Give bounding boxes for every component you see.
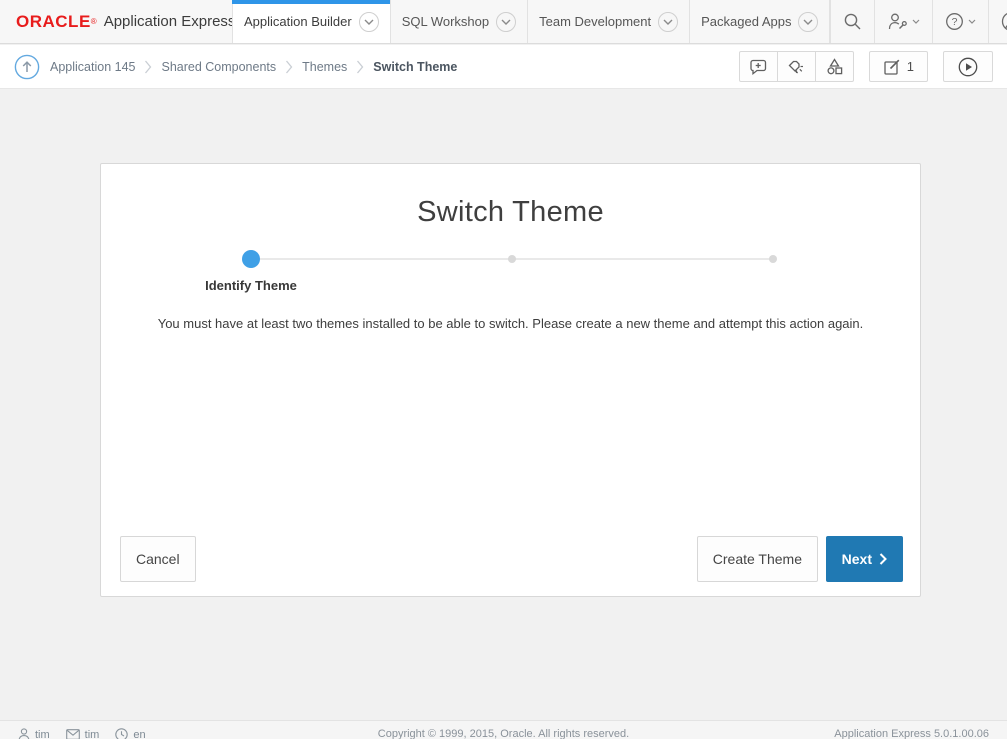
switch-theme-wizard-card: Switch Theme Identify Theme You must hav…: [100, 163, 921, 597]
next-button[interactable]: Next: [826, 536, 903, 582]
edit-page-number: 1: [907, 59, 914, 74]
chevron-down-icon: [912, 19, 920, 24]
tab-label: Team Development: [539, 14, 651, 29]
search-button[interactable]: [830, 0, 874, 43]
wizard-step-1-dot-active: [242, 250, 260, 268]
shapes-icon: [825, 57, 844, 76]
help-menu-button[interactable]: ?: [932, 0, 988, 43]
feedback-button[interactable]: [739, 51, 778, 82]
user-account-icon: [1001, 11, 1007, 32]
run-application-button[interactable]: [943, 51, 993, 82]
header-utility-icons: ?: [830, 0, 1007, 43]
breadcrumb-current-switch-theme: Switch Theme: [373, 60, 457, 74]
arrow-up-circle-icon: [14, 54, 40, 80]
up-level-button[interactable]: [14, 54, 40, 80]
wizard-message: You must have at least two themes instal…: [101, 316, 920, 331]
admin-user-wrench-icon: [887, 12, 908, 31]
chevron-down-icon: [968, 19, 976, 24]
edit-pencil-icon: [883, 58, 901, 76]
tab-label: Application Builder: [244, 14, 352, 29]
breadcrumb-separator-icon: [144, 60, 152, 74]
shared-components-button[interactable]: [815, 51, 854, 82]
help-question-icon: ?: [945, 12, 964, 31]
wizard-step-2-dot: [508, 255, 516, 263]
create-theme-button[interactable]: Create Theme: [697, 536, 818, 582]
top-header-bar: ORACLE® Application Express Application …: [0, 0, 1007, 44]
chevron-down-icon[interactable]: [798, 12, 818, 32]
breadcrumb-bar: Application 145 Shared Components Themes…: [0, 45, 1007, 89]
account-menu-button[interactable]: [988, 0, 1007, 43]
wizard-step-3-dot: [769, 255, 777, 263]
page-title: Switch Theme: [101, 196, 920, 229]
feedback-bubble-icon: [749, 58, 768, 76]
product-name: Application Express: [104, 13, 236, 30]
search-icon: [843, 12, 862, 31]
svg-text:?: ?: [952, 16, 958, 28]
tab-team-development[interactable]: Team Development: [527, 0, 689, 43]
oracle-apex-logo: ORACLE® Application Express: [0, 0, 232, 43]
version-text: Application Express 5.0.1.00.06: [834, 728, 989, 739]
find-flashlight-button[interactable]: [777, 51, 816, 82]
breadcrumb: Application 145 Shared Components Themes…: [50, 60, 457, 74]
breadcrumb-themes[interactable]: Themes: [302, 60, 347, 74]
page-footer: tim tim en Copyright © 1999, 2015, Oracl…: [0, 720, 1007, 739]
chevron-right-icon: [879, 553, 887, 565]
wizard-step-label: Identify Theme: [205, 278, 297, 293]
tab-label: Packaged Apps: [701, 14, 791, 29]
next-button-label: Next: [842, 551, 872, 567]
tab-sql-workshop[interactable]: SQL Workshop: [390, 0, 527, 43]
edit-page-button[interactable]: 1: [869, 51, 928, 82]
chevron-down-icon[interactable]: [496, 12, 516, 32]
cancel-button[interactable]: Cancel: [120, 536, 196, 582]
oracle-brand: ORACLE: [16, 12, 91, 32]
breadcrumb-separator-icon: [285, 60, 293, 74]
chevron-down-icon[interactable]: [658, 12, 678, 32]
play-icon: [958, 57, 978, 77]
tab-packaged-apps[interactable]: Packaged Apps: [689, 0, 830, 43]
main-nav-tabs: Application Builder SQL Workshop Team De…: [232, 0, 830, 43]
administration-menu-button[interactable]: [874, 0, 932, 43]
chevron-down-icon[interactable]: [359, 12, 379, 32]
breadcrumb-application[interactable]: Application 145: [50, 60, 135, 74]
breadcrumb-shared-components[interactable]: Shared Components: [161, 60, 276, 74]
page-action-buttons: 1: [739, 51, 993, 82]
tab-application-builder[interactable]: Application Builder: [232, 0, 390, 43]
tab-label: SQL Workshop: [402, 14, 489, 29]
registered-mark: ®: [91, 17, 97, 27]
flashlight-icon: [787, 57, 806, 76]
breadcrumb-separator-icon: [356, 60, 364, 74]
